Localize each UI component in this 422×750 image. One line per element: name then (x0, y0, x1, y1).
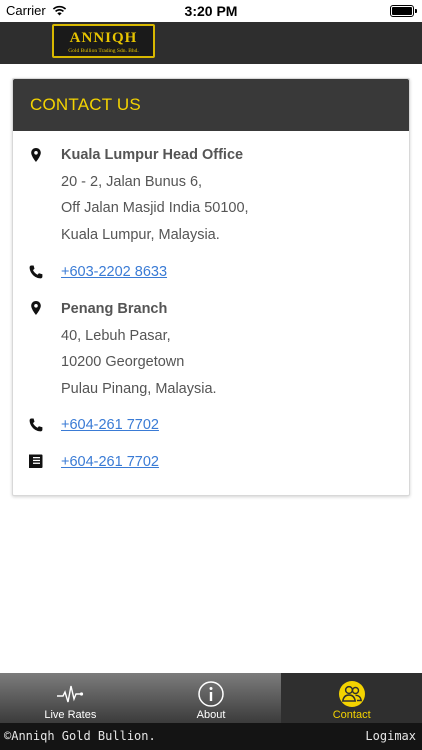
address-line: 10200 Georgetown (61, 354, 185, 370)
card-header: CONTACT US (13, 79, 409, 131)
logo-subtitle: Gold Bullion Trading Sdn. Bhd. (68, 48, 139, 54)
contacts-icon (338, 681, 365, 707)
address-line: Kuala Lumpur, Malaysia. (61, 226, 220, 243)
footer-copyright: ©Anniqh Gold Bullion. (4, 729, 156, 743)
tab-bar: Live Rates About Contact (0, 673, 422, 723)
fax-icon (29, 454, 43, 468)
info-icon (198, 681, 224, 707)
location-pin-icon (31, 148, 41, 162)
status-time: 3:20 PM (184, 3, 238, 19)
brand-logo: ANNIQH Gold Bullion Trading Sdn. Bhd. (52, 24, 155, 58)
status-bar: Carrier 3:20 PM (0, 0, 422, 22)
pulse-icon (57, 685, 84, 703)
card-title: CONTACT US (30, 95, 141, 114)
app-header: ANNIQH Gold Bullion Trading Sdn. Bhd. (0, 22, 422, 64)
address-line: Off Jalan Masjid India 50100, (61, 200, 249, 216)
address-line: Pulau Pinang, Malaysia. (61, 380, 217, 397)
tab-label: Contact (332, 709, 371, 721)
contact-card: CONTACT US Kuala Lumpur Head Office 20 -… (12, 78, 410, 496)
tab-live-rates[interactable]: Live Rates (0, 673, 141, 723)
footer-brand: Logimax (365, 729, 416, 743)
kl-phone-link[interactable]: +603-2202 8633 (61, 259, 167, 286)
penang-phone-link[interactable]: +604-261 7702 (61, 412, 159, 439)
footer: ©Anniqh Gold Bullion. Logimax (0, 723, 422, 750)
address-line: 20 - 2, Jalan Bunus 6, (61, 173, 203, 190)
office-name: Penang Branch (61, 301, 168, 317)
location-pin-icon (31, 301, 41, 315)
penang-fax-link[interactable]: +604-261 7702 (61, 449, 159, 476)
tab-label: About (196, 709, 226, 721)
address-line: 40, Lebuh Pasar, (61, 327, 171, 344)
battery-icon (390, 5, 417, 17)
logo-text: ANNIQH (69, 30, 138, 46)
tab-about[interactable]: About (141, 673, 282, 723)
tab-label: Live Rates (44, 709, 97, 721)
phone-icon (29, 418, 43, 432)
phone-icon (29, 265, 43, 279)
office-name: Kuala Lumpur Head Office (61, 147, 244, 163)
tab-contact[interactable]: Contact (281, 673, 422, 723)
